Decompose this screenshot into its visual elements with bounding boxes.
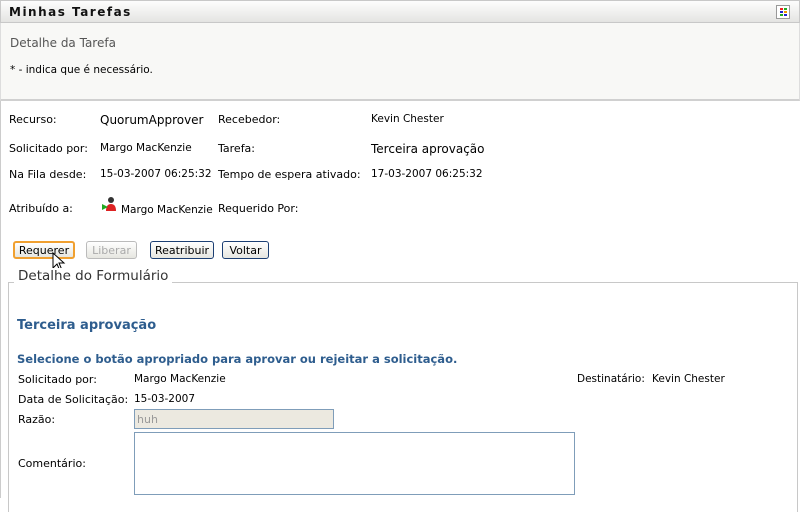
requerido-label: Requerido Por: <box>218 202 299 215</box>
atribuido-label: Atribuído a: <box>9 202 73 215</box>
fila-label: Na Fila desde: <box>9 168 87 181</box>
form-title: Terceira aprovação <box>17 318 157 333</box>
voltar-button[interactable]: Voltar <box>222 241 269 259</box>
form-instruction: Selecione o botão apropriado para aprova… <box>17 352 458 366</box>
solicitado-label: Solicitado por: <box>9 142 88 155</box>
recebedor-value: Kevin Chester <box>371 113 444 125</box>
recebedor-label: Recebedor: <box>218 113 281 126</box>
portlet-header: Minhas Tarefas <box>0 0 800 23</box>
form-legend: Detalhe do Formulário <box>14 268 173 284</box>
form-solicitado-value: Margo MacKenzie <box>134 373 226 385</box>
tarefa-value: Terceira aprovação <box>371 142 485 156</box>
page-subtitle: Detalhe da Tarefa <box>10 36 116 50</box>
required-note: * - indica que é necessário. <box>10 64 153 76</box>
solicitado-value: Margo MacKenzie <box>100 142 192 154</box>
liberar-button[interactable]: Liberar <box>86 241 137 259</box>
espera-label: Tempo de espera ativado: <box>218 168 361 181</box>
portlet-title: Minhas Tarefas <box>9 5 132 19</box>
comentario-textarea[interactable] <box>134 432 575 495</box>
espera-value: 17-03-2007 06:25:32 <box>371 168 483 180</box>
user-icon <box>101 196 117 212</box>
destinatario-label: Destinatário: <box>577 373 645 385</box>
data-label: Data de Solicitação: <box>18 393 129 406</box>
grid-icon[interactable] <box>776 5 790 19</box>
form-solicitado-label: Solicitado por: <box>18 373 97 386</box>
recurso-value: QuorumApprover <box>100 113 204 127</box>
recurso-label: Recurso: <box>9 113 57 126</box>
divider <box>0 101 1 498</box>
atribuido-value: Margo MacKenzie <box>121 204 213 216</box>
task-info-panel: Detalhe da Tarefa * - indica que é neces… <box>0 23 800 101</box>
destinatario-value: Kevin Chester <box>652 373 725 385</box>
reatribuir-button[interactable]: Reatribuir <box>150 241 214 259</box>
razao-input[interactable] <box>134 409 334 429</box>
razao-label: Razão: <box>18 413 56 426</box>
fila-value: 15-03-2007 06:25:32 <box>100 168 212 180</box>
comentario-label: Comentário: <box>18 457 86 470</box>
data-value: 15-03-2007 <box>134 393 196 405</box>
tarefa-label: Tarefa: <box>218 142 256 155</box>
